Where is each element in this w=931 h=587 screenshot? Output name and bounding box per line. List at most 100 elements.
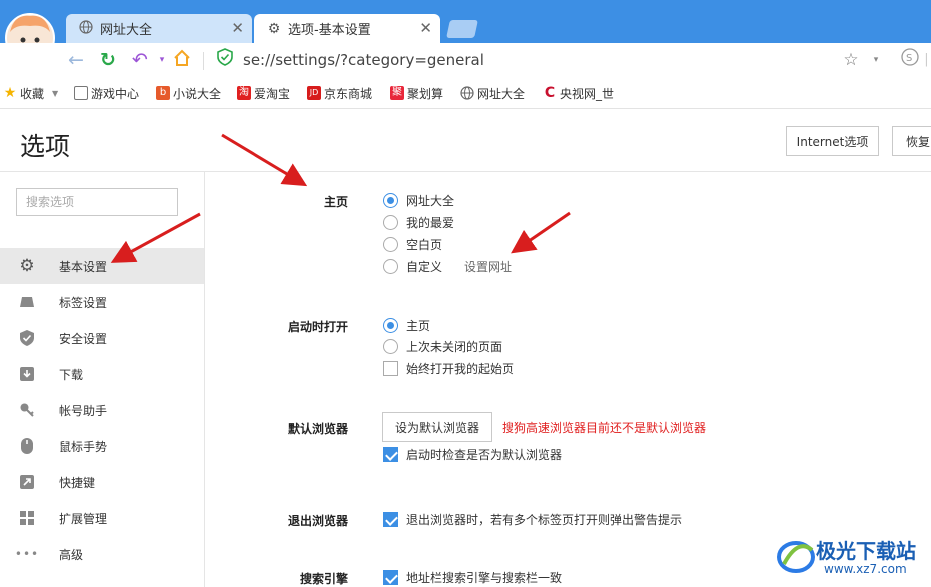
close-tab-icon[interactable]: ✕	[419, 19, 432, 37]
download-icon	[19, 366, 35, 382]
back-icon[interactable]: ←	[64, 48, 88, 72]
settings-header: 选项 Internet选项 恢复	[0, 110, 931, 172]
navigation-bar: ← ↻ ↶ ▾ se://settings/?category=general …	[0, 43, 931, 77]
bookmark-item[interactable]: b 小说大全	[156, 85, 221, 101]
chevron-down-icon[interactable]: ▾	[864, 48, 888, 72]
more-icon: •••	[14, 547, 40, 561]
homepage-option-custom[interactable]: 自定义	[383, 257, 442, 275]
globe-icon	[460, 86, 474, 100]
tab-settings[interactable]: ⚙ 选项-基本设置 ✕	[254, 14, 440, 43]
sidebar-item-account[interactable]: 帐号助手	[0, 392, 204, 428]
always-open-startpage[interactable]: 始终打开我的起始页	[383, 359, 514, 377]
taobao-icon: 淘	[237, 86, 251, 100]
radio-selected[interactable]	[383, 317, 398, 333]
gear-icon: ⚙	[267, 20, 281, 37]
sidebar-item-label: 帐号助手	[59, 403, 108, 418]
checkbox[interactable]	[383, 360, 398, 376]
watermark-url: www.xz7.com	[824, 562, 907, 576]
homepage-option-wangzhi[interactable]: 网址大全	[383, 191, 454, 209]
startup-option-home[interactable]: 主页	[383, 316, 430, 334]
sidebar-item-label: 安全设置	[59, 331, 108, 346]
cctv-icon: C	[544, 85, 556, 101]
bookmark-item[interactable]: 淘 爱淘宝	[237, 85, 290, 101]
sidebar-item-shortcuts[interactable]: 快捷键	[0, 464, 204, 500]
default-browser-label: 默认浏览器	[287, 422, 348, 436]
sidebar-item-extensions[interactable]: 扩展管理	[0, 500, 204, 536]
sidebar-item-security[interactable]: 安全设置	[0, 320, 204, 356]
undo-close-icon[interactable]: ↶	[128, 48, 152, 72]
home-icon[interactable]	[170, 48, 194, 72]
set-default-browser-button[interactable]: 设为默认浏览器	[382, 412, 492, 442]
bookmark-item[interactable]: 聚 聚划算	[390, 85, 443, 101]
separator-icon: |	[924, 52, 929, 67]
new-tab-button[interactable]	[446, 20, 478, 38]
tab-strip: 网址大全 ✕ ⚙ 选项-基本设置 ✕	[0, 0, 931, 63]
checkbox-checked[interactable]	[383, 511, 398, 527]
shield-icon	[19, 330, 35, 346]
watermark-text: 极光下载站	[816, 539, 916, 563]
extension-icon	[19, 510, 35, 526]
bookmark-item[interactable]: 游戏中心	[74, 85, 139, 101]
bookmark-item[interactable]: 网址大全	[460, 85, 525, 101]
restore-button[interactable]: 恢复	[892, 126, 931, 156]
divider	[203, 52, 204, 70]
close-tab-icon[interactable]: ✕	[231, 19, 244, 37]
sidebar-item-label: 鼠标手势	[59, 439, 108, 454]
bookmark-item[interactable]: C 央视网_世	[543, 85, 614, 101]
check-default-on-start[interactable]: 启动时检查是否为默认浏览器	[383, 445, 562, 463]
tab-icon	[19, 294, 35, 310]
star-icon[interactable]: ☆	[839, 48, 863, 72]
watermark-logo: 极光下载站 www.xz7.com	[776, 532, 926, 582]
sidebar-item-label: 扩展管理	[59, 511, 108, 526]
radio[interactable]	[383, 236, 398, 252]
book-icon: b	[156, 86, 170, 100]
settings-sidebar: 搜索选项 ⚙ 基本设置 标签设置 安全设置 下载 帐号助手 鼠标手势 快捷键 扩…	[0, 172, 205, 587]
radio[interactable]	[383, 214, 398, 230]
radio[interactable]	[383, 258, 398, 274]
sogou-icon[interactable]: S	[898, 48, 922, 72]
mouse-icon	[19, 438, 35, 454]
juhuasuan-icon: 聚	[390, 86, 404, 100]
bookmark-item[interactable]: ★ 收藏 ▼	[3, 85, 58, 101]
tab-label: 网址大全	[100, 23, 153, 38]
bookmarks-bar: ★ 收藏 ▼ 游戏中心 b 小说大全 淘 爱淘宝 JD 京东商城 聚 聚划算 网…	[0, 77, 931, 109]
internet-options-button[interactable]: Internet选项	[786, 126, 879, 156]
exit-browser-label: 退出浏览器	[287, 514, 348, 528]
radio[interactable]	[383, 338, 398, 354]
sidebar-item-basic[interactable]: ⚙ 基本设置	[0, 248, 204, 284]
tab-label: 选项-基本设置	[288, 23, 371, 38]
homepage-option-favorite[interactable]: 我的最爱	[383, 213, 454, 231]
jd-icon: JD	[307, 86, 321, 100]
homepage-option-blank[interactable]: 空白页	[383, 235, 442, 253]
url-text: se://settings/?category=general	[243, 51, 484, 69]
sidebar-item-tabs[interactable]: 标签设置	[0, 284, 204, 320]
checkbox-checked[interactable]	[383, 569, 398, 585]
key-icon	[19, 402, 35, 418]
set-url-link[interactable]: 设置网址	[464, 258, 512, 275]
search-input[interactable]: 搜索选项	[16, 188, 178, 216]
chevron-down-icon: ▼	[52, 88, 59, 98]
bookmark-item[interactable]: JD 京东商城	[307, 85, 372, 101]
homepage-label: 主页	[323, 195, 348, 209]
shortcut-icon	[19, 474, 35, 490]
sidebar-item-label: 下载	[59, 367, 84, 382]
checkbox-checked[interactable]	[383, 446, 398, 462]
sidebar-item-mouse-gesture[interactable]: 鼠标手势	[0, 428, 204, 464]
startup-option-last-session[interactable]: 上次未关闭的页面	[383, 337, 502, 355]
startup-label: 启动时打开	[287, 320, 348, 334]
sync-search-engine[interactable]: 地址栏搜索引擎与搜索栏一致	[383, 568, 562, 586]
sidebar-item-label: 高级	[59, 547, 84, 562]
page-title: 选项	[20, 132, 71, 161]
default-browser-warning: 搜狗高速浏览器目前还不是默认浏览器	[502, 421, 707, 435]
warn-multiple-tabs[interactable]: 退出浏览器时，若有多个标签页打开则弹出警告提示	[383, 510, 682, 528]
radio-selected[interactable]	[383, 192, 398, 208]
tab-wangzhi[interactable]: 网址大全 ✕	[66, 14, 252, 43]
gear-icon: ⚙	[19, 256, 35, 276]
address-bar[interactable]: se://settings/?category=general	[243, 49, 923, 71]
sidebar-item-download[interactable]: 下载	[0, 356, 204, 392]
star-icon: ★	[3, 85, 17, 101]
sidebar-item-advanced[interactable]: ••• 高级	[0, 536, 204, 572]
sidebar-item-label: 快捷键	[59, 475, 96, 490]
secure-shield-icon	[213, 48, 237, 72]
refresh-icon[interactable]: ↻	[96, 48, 120, 72]
